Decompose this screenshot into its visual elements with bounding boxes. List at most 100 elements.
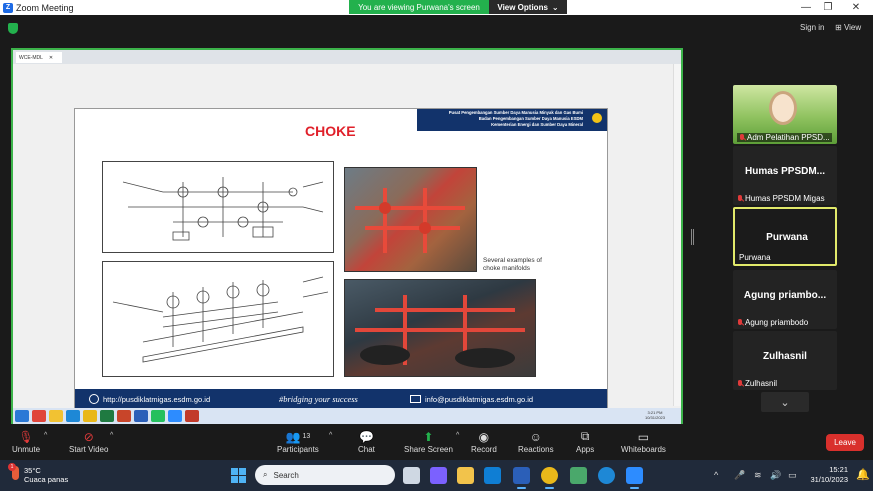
meeting-toolbar: 🎙 Unmute ^ ⊘ Start Video ^ 👥 13 Participa…: [0, 426, 873, 460]
chevron-up-icon[interactable]: ^: [714, 470, 718, 480]
close-button[interactable]: ✕: [843, 0, 869, 15]
footer-tagline: #bridging your success: [279, 394, 358, 404]
battery-icon[interactable]: ▭: [788, 470, 797, 481]
viewing-screen-banner: You are viewing Purwana's screen: [349, 0, 489, 14]
search-label: Search: [273, 470, 299, 480]
whiteboard-icon: ▭: [637, 429, 650, 444]
powerpoint-icon: [117, 410, 131, 422]
weather-desc: Cuaca panas: [24, 475, 69, 484]
zoom-icon[interactable]: [626, 467, 643, 489]
mic-muted-icon: [737, 194, 743, 203]
ministry-logo: [590, 111, 604, 125]
reactions-button[interactable]: ☺ Reactions: [518, 428, 554, 455]
excel-icon: [100, 410, 114, 422]
leave-button[interactable]: Leave: [826, 434, 864, 451]
participants-button[interactable]: 👥 13 Participants: [277, 428, 319, 455]
volume-icon[interactable]: 🔊: [770, 470, 781, 481]
video-off-icon: ⊘: [83, 429, 94, 444]
gallery-resize-handle[interactable]: [691, 229, 694, 245]
start-button[interactable]: [231, 468, 246, 483]
apps-icon: ⧉: [580, 429, 590, 443]
share-screen-icon: ⬆: [423, 429, 434, 444]
share-options-caret[interactable]: ^: [456, 432, 459, 439]
weather-badge: 1: [8, 463, 16, 471]
participant-name-row: Agung priambodo: [737, 318, 808, 327]
taskbar-search[interactable]: ⌕ Search: [255, 465, 395, 485]
mic-muted-icon: [737, 379, 743, 388]
chat-label: Chat: [358, 445, 375, 454]
grid-icon: ⊞: [835, 23, 844, 32]
inner-scrollbar: [673, 64, 681, 406]
wifi-icon[interactable]: ≋: [754, 470, 762, 481]
weather-widget[interactable]: 1 35°C Cuaca panas: [8, 463, 69, 484]
edge-icon[interactable]: [598, 467, 615, 484]
window-title: Zoom Meeting: [16, 2, 74, 13]
clock-time: 15:21: [829, 465, 848, 474]
participant-name: Agung priambodo: [745, 318, 809, 327]
sign-in-button[interactable]: Sign in: [800, 23, 824, 32]
apps-button[interactable]: ⧉ Apps: [576, 428, 594, 454]
participants-label: Participants: [277, 445, 319, 454]
participant-tile-adm[interactable]: Adm Pelatihan PPSD...: [733, 85, 837, 144]
notification-icon[interactable]: 🔔: [856, 468, 870, 481]
chrome-icon[interactable]: [541, 467, 558, 489]
slide-footer: http://pusdiklatmigas.esdm.go.id #bridgi…: [75, 389, 607, 409]
start-video-label: Start Video: [69, 445, 109, 454]
participant-tile-zulhasnil[interactable]: Zulhasnil Zulhasnil: [733, 331, 837, 390]
participant-name: Zulhasnil: [745, 379, 778, 388]
mail-icon: [410, 395, 421, 403]
search-icon: ⌕: [263, 470, 268, 479]
view-button[interactable]: ⊞ View: [835, 23, 861, 32]
start-video-button[interactable]: ⊘ Start Video: [69, 428, 109, 455]
share-screen-button[interactable]: ⬆ Share Screen: [404, 428, 453, 455]
chat-button[interactable]: 💬 Chat: [358, 428, 375, 455]
word-icon[interactable]: [513, 467, 530, 489]
record-button[interactable]: ◉ Record: [471, 428, 497, 455]
teams-icon[interactable]: [430, 467, 447, 484]
participant-name: Humas PPSDM Migas: [745, 194, 825, 203]
shield-icon[interactable]: [8, 23, 18, 34]
view-options-label: View Options: [497, 2, 548, 12]
participant-name: Purwana: [739, 253, 771, 262]
whiteboards-label: Whiteboards: [621, 445, 666, 454]
inner-clock: 3:21 PM 10/31/2023: [645, 410, 665, 420]
clock-date: 31/10/2023: [810, 475, 848, 484]
view-label: View: [843, 23, 862, 32]
participants-options-caret[interactable]: ^: [329, 432, 332, 439]
chat-icon: 💬: [358, 429, 374, 444]
slide-title: CHOKE: [305, 123, 356, 139]
chevron-down-icon: ⌄: [780, 396, 790, 409]
choke-manifold-photo-1: [344, 167, 477, 272]
caption-line-1: Several examples of: [483, 257, 542, 264]
app-icon[interactable]: [570, 467, 587, 484]
mic-muted-icon: [739, 133, 745, 142]
participant-tile-humas[interactable]: Humas PPSDM... Humas PPSDM Migas: [733, 146, 837, 205]
close-icon: ✕: [48, 54, 54, 61]
header-line-3: Kementerian Energi dan Sumber Daya Miner…: [491, 122, 583, 127]
taskbar-clock[interactable]: 15:21 31/10/2023: [806, 465, 848, 485]
video-options-caret[interactable]: ^: [110, 432, 113, 439]
mic-muted-icon: [737, 318, 743, 327]
participant-big-name: Purwana: [766, 232, 808, 243]
participant-big-name: Humas PPSDM...: [744, 166, 826, 177]
edge-icon: [66, 410, 80, 422]
apps-label: Apps: [576, 445, 595, 454]
participant-tile-purwana[interactable]: Purwana Purwana: [733, 207, 837, 266]
unmute-button[interactable]: 🎙 Unmute: [12, 428, 41, 455]
task-view-icon[interactable]: [403, 467, 420, 484]
gallery-next-page-button[interactable]: ⌄: [761, 392, 809, 412]
inner-clock-date: 10/31/2023: [644, 415, 665, 420]
participant-tile-agung[interactable]: Agung priambo... Agung priambodo: [733, 270, 837, 329]
restore-button[interactable]: ❐: [815, 0, 841, 15]
whiteboards-button[interactable]: ▭ Whiteboards: [621, 428, 666, 455]
view-options-button[interactable]: View Options ⌄: [489, 0, 567, 14]
unmute-label: Unmute: [12, 445, 41, 454]
store-icon[interactable]: [484, 467, 501, 484]
audio-options-caret[interactable]: ^: [44, 432, 47, 439]
reactions-icon: ☺: [529, 429, 542, 444]
file-explorer-icon[interactable]: [457, 467, 474, 484]
powerpoint-active-icon: [185, 410, 199, 422]
microphone-icon[interactable]: 🎤: [734, 470, 745, 481]
globe-icon: [89, 394, 99, 404]
footer-email: info@pusdiklatmigas.esdm.go.id: [425, 394, 534, 404]
